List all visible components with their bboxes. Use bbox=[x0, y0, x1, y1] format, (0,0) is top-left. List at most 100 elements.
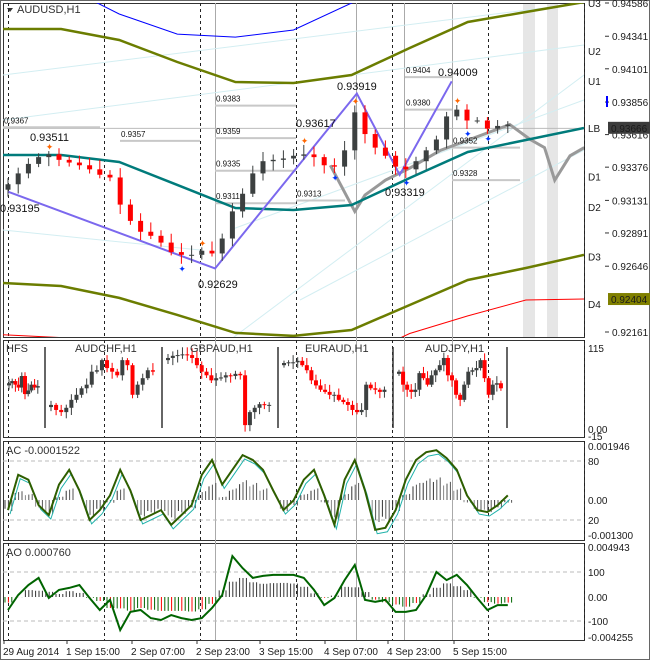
shaded-zone bbox=[523, 4, 535, 337]
ao-scale-label: -0.004255 bbox=[588, 633, 633, 644]
level-label: 0.9357 bbox=[121, 130, 146, 139]
hfs-candle-body bbox=[252, 407, 257, 413]
ac-scale-label: 0.001946 bbox=[588, 442, 630, 453]
fractal-down-marker: ✦ bbox=[484, 134, 492, 144]
hfs-candle-body bbox=[219, 377, 223, 379]
candle-body bbox=[56, 154, 62, 160]
hfs-candle-body bbox=[175, 355, 180, 357]
candle-body bbox=[209, 250, 215, 254]
candle-body bbox=[107, 174, 113, 178]
level-name-label: U1 bbox=[588, 77, 601, 88]
zigzag-price-label: 0.93195 bbox=[0, 203, 40, 215]
time-label: 29 Aug 2014 bbox=[3, 647, 60, 658]
hfs-candle-body bbox=[368, 384, 373, 389]
hfs-candle-body bbox=[140, 378, 145, 385]
hfs-candle-body bbox=[7, 383, 11, 386]
hfs-candle-body bbox=[99, 360, 104, 371]
hfs-symbol-label: GBPAUD,H1 bbox=[190, 343, 253, 355]
candle-body bbox=[270, 159, 276, 162]
hfs-candle-body bbox=[336, 394, 341, 400]
hfs-candle-body bbox=[332, 394, 337, 396]
hfs-candle-body bbox=[243, 375, 248, 426]
zigzag-price-label: 0.93617 bbox=[296, 118, 336, 130]
ac-scale-label: 80 bbox=[588, 457, 600, 468]
level-label: 0.9383 bbox=[216, 95, 241, 104]
hfs-candle-body bbox=[145, 370, 150, 379]
hfs-candle-body bbox=[190, 355, 195, 358]
candle-body bbox=[260, 161, 266, 174]
level-label: 0.9335 bbox=[216, 160, 241, 169]
hfs-candle-body bbox=[94, 370, 99, 372]
candle-body bbox=[464, 109, 470, 121]
candle-body bbox=[46, 154, 52, 158]
hfs-candle-body bbox=[209, 375, 214, 381]
time-label: 5 Sep 15:00 bbox=[453, 647, 507, 658]
hfs-candle-body bbox=[421, 373, 426, 379]
hfs-candle-body bbox=[13, 381, 18, 385]
trading-chart[interactable]: ✦✦✦✦✦✦✦✦✦ ✦0.93670.93570.93830.93590.9335… bbox=[0, 0, 650, 660]
hfs-candle-body bbox=[425, 378, 430, 385]
hfs-candle-body bbox=[59, 409, 64, 413]
candle-body bbox=[138, 220, 144, 232]
hfs-candle-body bbox=[166, 357, 170, 361]
candle-body bbox=[352, 112, 358, 151]
hfs-candle-body bbox=[286, 362, 291, 364]
candle-body bbox=[342, 150, 348, 167]
hfs-candle-body bbox=[79, 388, 84, 395]
hfs-candle-body bbox=[120, 360, 125, 376]
hfs-candle-body bbox=[309, 370, 314, 381]
hfs-candle-body bbox=[498, 383, 503, 389]
hfs-candle-body bbox=[115, 371, 120, 376]
hfs-candle-body bbox=[466, 371, 471, 385]
level-name-label: D3 bbox=[588, 253, 601, 264]
candle-body bbox=[199, 250, 205, 255]
candle-body bbox=[382, 147, 388, 156]
time-label: 1 Sep 15:00 bbox=[66, 647, 120, 658]
hfs-candle-body bbox=[170, 355, 175, 358]
fractal-up-marker: ✦ bbox=[199, 238, 207, 248]
hfs-candle-body bbox=[300, 360, 305, 366]
candle-body bbox=[444, 116, 450, 140]
price-tick-label: 0.93376 bbox=[612, 163, 649, 174]
hfs-candle-body bbox=[377, 389, 382, 392]
level-name-label: U2 bbox=[588, 47, 601, 58]
candle-body bbox=[87, 165, 93, 170]
hfs-candle-body bbox=[194, 357, 199, 366]
hfs-candle-body bbox=[417, 373, 422, 390]
price-tick-label: 0.94101 bbox=[612, 65, 649, 76]
hfs-candle-body bbox=[450, 375, 454, 381]
level-name-label: D4 bbox=[588, 300, 601, 311]
zigzag-price-label: 0.92629 bbox=[198, 279, 238, 291]
hfs-candle-body bbox=[405, 384, 410, 390]
hfs-candle-body bbox=[478, 360, 483, 369]
hfs-candle-body bbox=[204, 371, 209, 376]
level-name-label: LB bbox=[588, 124, 601, 135]
fractal-up-marker: ✦ bbox=[352, 96, 360, 106]
hfs-candle-body bbox=[110, 368, 115, 372]
hfs-candle-body bbox=[69, 399, 74, 408]
hfs-candle-body bbox=[238, 373, 243, 376]
hfs-candle-body bbox=[74, 394, 79, 400]
hfs-candle-body bbox=[26, 390, 31, 395]
candle-body bbox=[393, 155, 399, 167]
hfs-candle-body bbox=[458, 394, 463, 400]
ac-title: AC -0.0001522 bbox=[6, 445, 80, 457]
ao-scale-label: 100 bbox=[588, 568, 605, 579]
candle-body bbox=[403, 166, 409, 170]
candle-body bbox=[168, 242, 174, 253]
candle-body bbox=[413, 161, 419, 170]
candle-body bbox=[158, 235, 164, 243]
hfs-candle-body bbox=[267, 404, 272, 406]
candle-body bbox=[474, 120, 480, 122]
candle-body bbox=[127, 204, 133, 221]
hfs-candle-body bbox=[282, 363, 286, 366]
bid-marker bbox=[606, 96, 608, 107]
hfs-candle-body bbox=[150, 370, 155, 372]
hfs-candle-body bbox=[490, 384, 495, 395]
candle-body bbox=[423, 150, 429, 162]
hfs-candle-body bbox=[494, 383, 499, 385]
hfs-candle-body bbox=[304, 365, 309, 371]
hfs-candle-body bbox=[185, 354, 190, 356]
candle-body bbox=[219, 238, 225, 254]
hfs-candle-body bbox=[228, 375, 233, 377]
